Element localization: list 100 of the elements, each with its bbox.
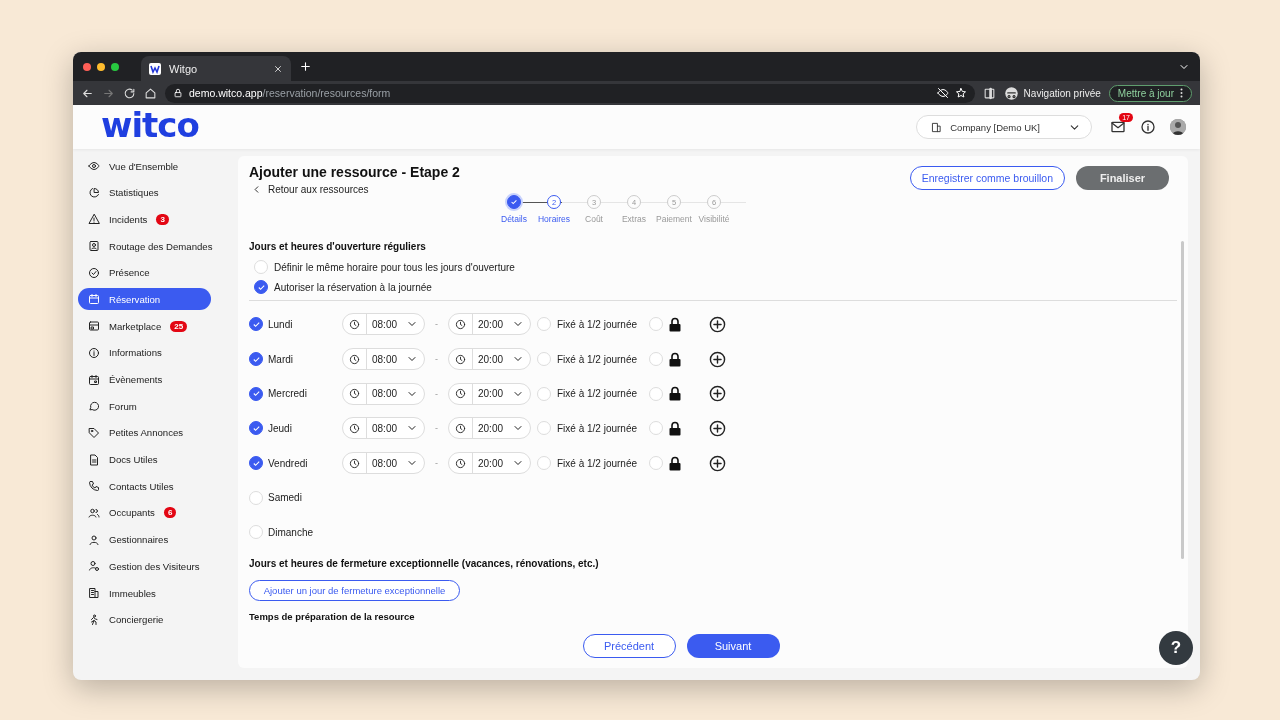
padlock-icon xyxy=(669,386,682,402)
back-link[interactable]: Retour aux ressources xyxy=(251,184,369,195)
time-picker[interactable]: 08:00 xyxy=(342,348,425,371)
half-day-radio[interactable] xyxy=(537,317,551,332)
previous-button[interactable]: Précédent xyxy=(582,634,676,658)
scrollbar[interactable] xyxy=(1181,241,1184,559)
time-picker[interactable]: 20:00 xyxy=(448,382,531,405)
time-separator: - xyxy=(435,423,438,434)
check-icon xyxy=(251,458,261,468)
sidebar-item[interactable]: Gestion des Visiteurs xyxy=(78,555,211,578)
padlock-icon xyxy=(669,351,682,367)
half-day-label: Fixé à 1/2 journée xyxy=(557,422,638,434)
finalize-button[interactable]: Finaliser xyxy=(1076,166,1169,190)
building-icon xyxy=(88,587,100,599)
sidebar-item[interactable]: Réservation xyxy=(78,288,211,311)
sidebar-item[interactable]: Vue d'Ensemble xyxy=(78,155,211,177)
step-label: Coût xyxy=(585,214,603,224)
half-day-radio[interactable] xyxy=(537,386,551,401)
half-day-radio[interactable] xyxy=(537,421,551,436)
sidebar-item[interactable]: Contacts Utiles xyxy=(78,475,211,498)
clock-icon xyxy=(455,318,466,330)
step-label: Détails xyxy=(501,214,527,224)
tag-icon xyxy=(88,426,100,439)
sidebar-item[interactable]: Forum xyxy=(78,395,211,418)
company-selector[interactable]: Company [Demo UK] xyxy=(916,115,1092,139)
add-closure-button[interactable]: Ajouter un jour de fermeture exceptionnelle xyxy=(249,579,460,601)
sidebar-item[interactable]: Incidents 3 xyxy=(78,208,211,231)
avatar[interactable] xyxy=(1170,119,1186,135)
sidebar-item[interactable]: Immeubles xyxy=(78,582,211,604)
count-badge: 25 xyxy=(170,320,188,332)
warning-icon xyxy=(88,213,100,226)
day-checkbox[interactable] xyxy=(249,456,263,471)
sidebar-item[interactable]: Docs Utiles xyxy=(78,448,211,471)
step-label: Paiement xyxy=(656,214,692,224)
day-checkbox[interactable] xyxy=(249,386,263,401)
lock-toggle[interactable] xyxy=(649,456,664,471)
logo[interactable]: witco xyxy=(101,105,199,145)
lock-icon xyxy=(173,88,183,98)
check-icon xyxy=(510,198,518,206)
time-picker[interactable]: 20:00 xyxy=(448,417,531,440)
incognito-icon xyxy=(1003,85,1019,101)
sidebar-item[interactable]: Routage des Demandes xyxy=(78,235,211,258)
minimize-window-icon[interactable] xyxy=(97,62,105,71)
clock-icon xyxy=(455,353,466,365)
half-day-label: Fixé à 1/2 journée xyxy=(557,318,638,330)
users-icon xyxy=(88,506,100,519)
step-label: Visibilité xyxy=(698,214,730,224)
sidebar-item[interactable]: Statistiques xyxy=(78,181,211,204)
close-window-icon[interactable] xyxy=(83,62,91,71)
time-picker[interactable]: 20:00 xyxy=(448,452,531,475)
lock-toggle[interactable] xyxy=(649,317,664,332)
sidebar-item[interactable]: Présence xyxy=(78,261,211,284)
time-picker[interactable]: 20:00 xyxy=(448,348,531,371)
time-picker[interactable]: 20:00 xyxy=(448,313,531,336)
sidebar-item[interactable]: Gestionnaires xyxy=(78,528,211,551)
sidebar-item[interactable]: Occupants 6 xyxy=(78,501,211,524)
maximize-window-icon[interactable] xyxy=(111,62,119,71)
add-circle-icon xyxy=(709,350,727,368)
sidebar-item[interactable]: Petites Annonces xyxy=(78,421,211,444)
next-button[interactable]: Suivant xyxy=(686,634,780,658)
time-separator: - xyxy=(435,354,438,365)
eye-icon xyxy=(88,160,100,172)
day-checkbox[interactable] xyxy=(249,352,263,367)
padlock-icon xyxy=(669,455,682,471)
address-bar[interactable]: demo.witco.app/reservation/resources/form xyxy=(165,83,975,103)
day-checkbox[interactable] xyxy=(249,421,263,436)
sidebar-item[interactable]: Informations xyxy=(78,341,211,364)
visitor-icon xyxy=(88,560,100,573)
half-day-label: Fixé à 1/2 journée xyxy=(557,353,638,365)
sidebar-item[interactable]: Marketplace 25 xyxy=(78,315,211,338)
lock-toggle[interactable] xyxy=(649,386,664,401)
sidebar-item[interactable]: Conciergerie xyxy=(78,608,211,631)
time-picker[interactable]: 08:00 xyxy=(342,382,425,405)
day-label: Samedi xyxy=(268,492,303,504)
save-draft-button[interactable]: Enregistrer comme brouillon xyxy=(909,166,1065,190)
calendar-event-icon xyxy=(88,373,100,386)
browser-tab[interactable]: Witgo xyxy=(141,56,291,81)
time-picker[interactable]: 08:00 xyxy=(342,452,425,475)
section-title: Temps de préparation de la resource xyxy=(249,610,416,622)
update-button[interactable]: Mettre à jour xyxy=(1108,84,1192,102)
padlock-icon xyxy=(669,420,682,436)
lock-toggle[interactable] xyxy=(649,352,664,367)
favicon-icon xyxy=(149,62,161,75)
clock-icon xyxy=(349,353,360,365)
day-checkbox[interactable] xyxy=(249,317,263,332)
info-icon xyxy=(1140,119,1156,135)
user-icon xyxy=(88,533,100,546)
step-indicator[interactable] xyxy=(507,195,521,209)
time-picker[interactable]: 08:00 xyxy=(342,417,425,440)
lock-toggle[interactable] xyxy=(649,421,664,436)
clock-icon xyxy=(455,457,466,469)
phone-icon xyxy=(88,480,100,493)
option-radio[interactable] xyxy=(254,280,268,294)
half-day-radio[interactable] xyxy=(537,456,551,471)
half-day-radio[interactable] xyxy=(537,352,551,367)
private-mode-label: Navigation privée xyxy=(1023,87,1101,99)
time-picker[interactable]: 08:00 xyxy=(342,313,425,336)
close-icon xyxy=(273,63,283,74)
sidebar-item[interactable]: Évènements xyxy=(78,368,211,391)
step-label: Extras xyxy=(621,214,647,224)
